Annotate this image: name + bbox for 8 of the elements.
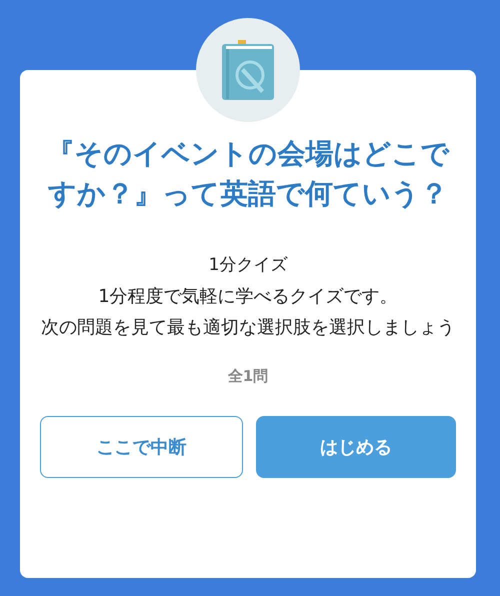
question-count: 全1問 bbox=[228, 367, 268, 386]
quiz-description: 1分程度で気軽に学べるクイズです。 bbox=[97, 285, 399, 309]
book-icon bbox=[220, 40, 276, 100]
quiz-title: 『そのイベントの会場はどこですか？』って英語で何ていう？ bbox=[46, 136, 450, 212]
start-button[interactable]: はじめる bbox=[256, 416, 456, 478]
quit-button[interactable]: ここで中断 bbox=[40, 416, 242, 478]
quiz-description: 次の問題を見て最も適切な選択肢を選択しましょう bbox=[40, 316, 456, 340]
quiz-name: 1分クイズ bbox=[208, 254, 288, 277]
